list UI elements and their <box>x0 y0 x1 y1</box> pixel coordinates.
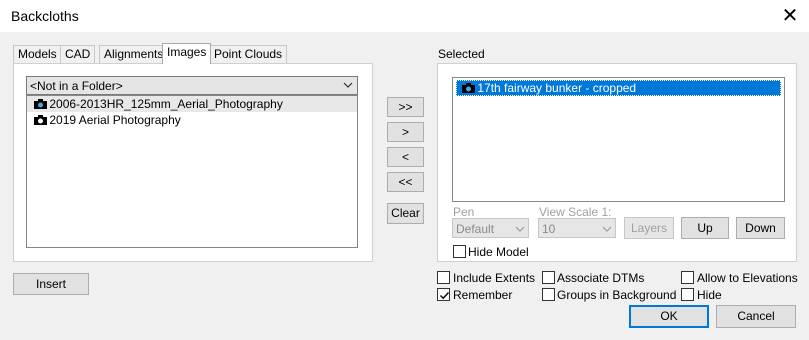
groups-in-background-label: Groups in Background <box>557 288 677 302</box>
tab-images[interactable]: Images <box>162 43 212 64</box>
associate-dtms-checkbox[interactable] <box>542 271 555 284</box>
list-item[interactable]: 2006-2013HR_125mm_Aerial_Photography <box>27 96 357 112</box>
tab-point-clouds[interactable]: Point Clouds <box>209 45 288 63</box>
camera-icon <box>34 97 48 109</box>
tab-cad[interactable]: CAD <box>60 45 96 63</box>
groups-in-background-checkbox[interactable] <box>542 288 555 301</box>
selected-label: Selected <box>438 47 485 61</box>
list-item[interactable]: 17th fairway bunker - cropped <box>456 80 781 96</box>
chevron-down-icon <box>515 222 525 239</box>
list-item[interactable]: 2019 Aerial Photography <box>27 112 357 128</box>
add-button[interactable]: > <box>387 122 424 142</box>
selected-list[interactable]: 17th fairway bunker - cropped <box>452 77 785 202</box>
layers-button[interactable]: Layers <box>624 217 674 239</box>
include-extents-label: Include Extents <box>453 271 536 285</box>
chevron-down-icon <box>343 78 353 95</box>
camera-icon <box>34 113 48 125</box>
down-button[interactable]: Down <box>736 217 785 239</box>
allow-to-elevations-checkbox[interactable] <box>681 271 694 284</box>
hide-label: Hide <box>697 288 722 302</box>
cancel-button[interactable]: Cancel <box>716 305 796 328</box>
camera-icon <box>462 81 476 93</box>
tab-alignments[interactable]: Alignments <box>99 45 169 63</box>
available-list[interactable]: 2006-2013HR_125mm_Aerial_Photography 201… <box>26 95 358 248</box>
view-scale-label: View Scale 1: <box>539 205 612 219</box>
tab-models[interactable]: Models <box>13 45 62 63</box>
hide-model-checkbox[interactable] <box>453 245 466 258</box>
window-title: Backcloths <box>11 8 79 24</box>
folder-select[interactable]: <Not in a Folder> <box>26 76 358 95</box>
checkmark-icon <box>440 292 450 300</box>
folder-select-value: <Not in a Folder> <box>30 79 123 93</box>
close-button[interactable]: ✕ <box>772 2 808 30</box>
remember-checkbox[interactable] <box>437 288 450 301</box>
view-scale-select[interactable]: 10 <box>538 218 616 238</box>
pen-select[interactable]: Default <box>452 218 529 238</box>
associate-dtms-label: Associate DTMs <box>557 271 645 285</box>
up-button[interactable]: Up <box>681 217 729 239</box>
hide-model-label: Hide Model <box>468 245 529 259</box>
insert-button[interactable]: Insert <box>13 273 89 295</box>
clear-button[interactable]: Clear <box>387 203 424 224</box>
title-bar: Backcloths ✕ <box>0 0 809 32</box>
pen-label: Pen <box>453 205 475 219</box>
close-icon: ✕ <box>781 5 799 27</box>
remove-all-button[interactable]: << <box>387 172 424 192</box>
hide-checkbox[interactable] <box>681 288 694 301</box>
remember-label: Remember <box>453 288 513 302</box>
add-all-button[interactable]: >> <box>387 97 424 117</box>
remove-button[interactable]: < <box>387 147 424 167</box>
ok-button[interactable]: OK <box>629 305 709 328</box>
chevron-down-icon <box>602 222 612 239</box>
include-extents-checkbox[interactable] <box>437 271 450 284</box>
allow-to-elevations-label: Allow to Elevations <box>697 271 798 285</box>
